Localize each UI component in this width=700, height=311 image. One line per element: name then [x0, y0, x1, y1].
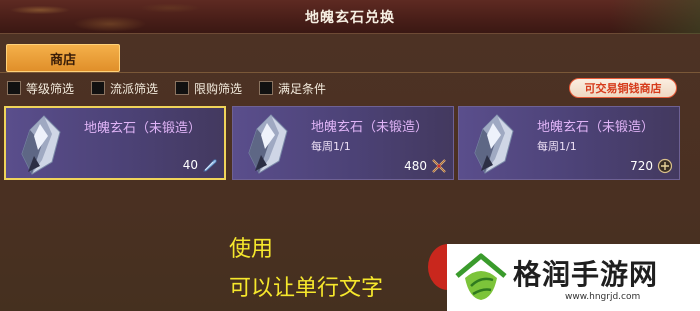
- token-coin-icon: [657, 158, 673, 174]
- filter-level-checkbox[interactable]: [7, 81, 21, 95]
- item-name: 地魄玄石（未锻造）: [537, 120, 655, 135]
- shop-item-card[interactable]: 地魄玄石（未锻造） 每周1/1 480: [232, 106, 454, 180]
- filter-meets-requirements-checkbox[interactable]: [259, 81, 273, 95]
- dark-stone-item-icon: [248, 114, 288, 174]
- overlay-caption-line2: 可以让单行文字: [229, 276, 384, 301]
- tab-shop[interactable]: 商店: [6, 44, 120, 72]
- house-leaf-logo-icon: [455, 253, 507, 300]
- dark-stone-item-icon: [474, 114, 514, 174]
- tab-divider: [0, 72, 700, 73]
- title-bar: 地魄玄石兑换: [0, 0, 700, 34]
- filter-meets-requirements[interactable]: 满足条件: [259, 80, 326, 96]
- watermark-url: www.hngrjd.com: [565, 292, 641, 302]
- item-name: 地魄玄石（未锻造）: [311, 120, 429, 135]
- filter-school-checkbox[interactable]: [91, 81, 105, 95]
- filter-school[interactable]: 流派筛选: [91, 80, 158, 96]
- filter-meets-requirements-label: 满足条件: [278, 81, 327, 96]
- tradable-copper-shop-button[interactable]: 可交易铜钱商店: [569, 78, 677, 98]
- filter-limit-checkbox[interactable]: [175, 81, 189, 95]
- watermark-brand: 格润手游网: [513, 258, 659, 291]
- item-price: 480: [404, 159, 427, 173]
- filter-limit[interactable]: 限购筛选: [175, 80, 242, 96]
- item-name: 地魄玄石（未锻造）: [84, 121, 202, 136]
- shop-item-card[interactable]: 地魄玄石（未锻造） 每周1/1 720: [458, 106, 680, 180]
- item-purchase-limit: 每周1/1: [537, 140, 577, 153]
- overlay-caption-line1: 使用: [229, 237, 274, 262]
- window-title: 地魄玄石兑换: [305, 10, 395, 26]
- filter-school-label: 流派筛选: [110, 81, 159, 96]
- filter-level-label: 等级筛选: [26, 81, 75, 96]
- site-watermark: 格润手游网 www.hngrjd.com: [447, 244, 700, 311]
- filter-limit-label: 限购筛选: [194, 81, 243, 96]
- filter-level[interactable]: 等级筛选: [7, 80, 74, 96]
- item-price: 40: [182, 158, 198, 172]
- item-purchase-limit: 每周1/1: [311, 140, 351, 153]
- feather-quill-icon: [203, 159, 217, 172]
- shop-item-card[interactable]: 地魄玄石（未锻造） 40: [4, 106, 226, 180]
- crossed-swords-icon: [432, 159, 446, 173]
- item-price: 720: [630, 159, 653, 173]
- dark-stone-item-icon: [21, 115, 61, 175]
